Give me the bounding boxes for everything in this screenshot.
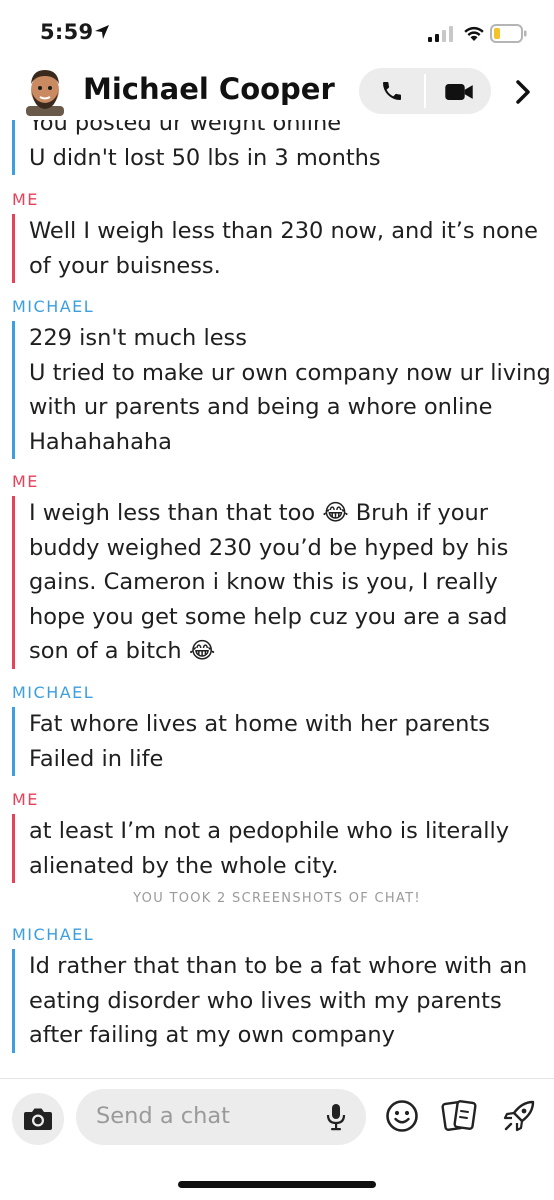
composer-bar: Send a chat: [0, 1078, 554, 1200]
screenshot-notice: YOU TOOK 2 SCREENSHOTS OF CHAT!: [133, 891, 421, 906]
message-line: Fat whore lives at home with her parents: [29, 711, 490, 737]
contact-name[interactable]: Michael Cooper: [83, 72, 335, 106]
sender-label: ME: [12, 190, 39, 209]
rocket-icon[interactable]: [500, 1097, 538, 1135]
call-divider: [424, 74, 426, 108]
message-block: Id rather that than to be a fat whore wi…: [12, 949, 527, 1053]
bitmoji-avatar[interactable]: [22, 66, 68, 116]
message-block: Well I weigh less than 230 now, and it’s…: [12, 214, 538, 283]
status-time: 5:59: [40, 20, 94, 44]
wifi-icon: [464, 26, 484, 41]
message-line: at least I’m not a pedophile who is lite…: [29, 818, 510, 844]
sender-label: MICHAEL: [12, 683, 95, 702]
signal-icon: [428, 26, 453, 42]
message-line: after failing at my own company: [29, 1022, 395, 1048]
message-line: U tried to make ur own company now ur li…: [29, 359, 551, 386]
message-line: Failed in life: [29, 745, 164, 772]
sender-label: MICHAEL: [12, 925, 95, 944]
chat-input[interactable]: Send a chat: [76, 1089, 366, 1145]
sender-label: ME: [12, 472, 39, 491]
message-line: I weigh less than that too 😂 Bruh if you…: [29, 500, 489, 526]
chat-header: Michael Cooper: [0, 62, 554, 120]
message-line: Well I weigh less than 230 now, and it’s…: [29, 218, 538, 244]
chevron-right-icon[interactable]: [510, 78, 536, 106]
video-icon[interactable]: [443, 80, 475, 104]
message-block: at least I’m not a pedophile who is lite…: [12, 814, 509, 883]
call-buttons: [359, 68, 491, 114]
message-block: 229 isn't much less U tried to make ur o…: [12, 321, 551, 459]
message-line: son of a bitch 😂: [29, 638, 216, 664]
phone-icon[interactable]: [377, 79, 407, 103]
message-line: eating disorder who lives with my parent…: [29, 987, 502, 1014]
message-line: Id rather that than to be a fat whore wi…: [29, 953, 528, 979]
battery-icon: [490, 24, 527, 43]
message-line: hope you get some help cuz you are a sad: [29, 603, 508, 630]
message-line: with ur parents and being a whore online: [29, 394, 493, 420]
home-indicator: [178, 1181, 376, 1188]
camera-button[interactable]: [12, 1093, 64, 1145]
message-line: alienated by the whole city.: [29, 852, 339, 879]
message-line: gains. Cameron i know this is you, I rea…: [29, 569, 498, 595]
message-line: Hahahahaha: [29, 428, 172, 455]
message-line: buddy weighed 230 you’d be hyped by his: [29, 534, 509, 561]
message-line: 229 isn't much less: [29, 325, 247, 351]
chat-input-placeholder: Send a chat: [96, 1103, 231, 1129]
chat-thread: You posted ur weight online U didn't los…: [0, 120, 554, 1078]
message-block: Fat whore lives at home with her parents…: [12, 707, 490, 776]
message-line: You posted ur weight online: [29, 120, 342, 136]
cards-icon[interactable]: [440, 1097, 480, 1135]
message-block: I weigh less than that too 😂 Bruh if you…: [12, 496, 508, 669]
smiley-icon[interactable]: [385, 1099, 419, 1133]
message-line: of your buisness.: [29, 252, 221, 279]
message-block: You posted ur weight online U didn't los…: [12, 120, 381, 175]
status-bar: 5:59: [0, 0, 554, 62]
camera-icon: [24, 1108, 52, 1130]
sender-label: MICHAEL: [12, 297, 95, 316]
message-line: U didn't lost 50 lbs in 3 months: [29, 144, 381, 171]
microphone-icon[interactable]: [326, 1103, 346, 1131]
sender-label: ME: [12, 790, 39, 809]
location-arrow-icon: [95, 25, 109, 39]
